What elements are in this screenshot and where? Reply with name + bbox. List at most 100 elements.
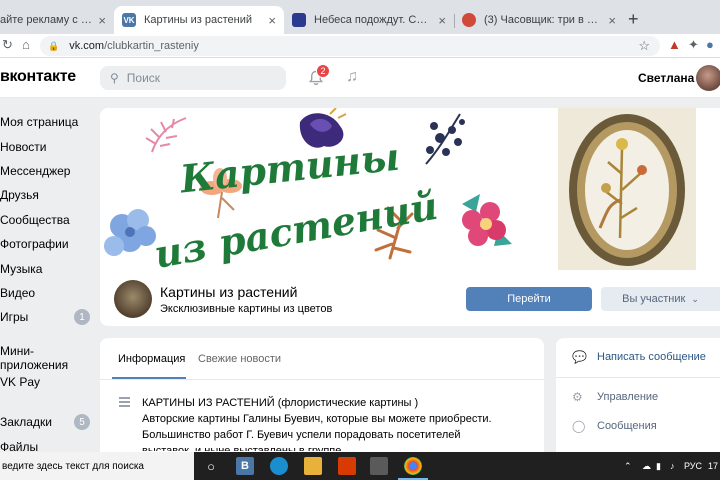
divider [556,377,720,378]
browser-tab-active[interactable]: VK Картины из растений × [114,6,284,34]
manage-label: Управление [597,391,659,403]
menu-item-label: Друзья [0,188,39,203]
search-placeholder: Поиск [126,71,161,85]
chevron-down-icon: ⌄ [691,293,699,304]
menu-item-label: Сообщества [0,212,70,227]
browser-tab-title: (3) Часовщик: три в ряд на Fa [484,14,602,26]
browser-toolbar: ↻ ⌂ 🔒 vk.com /clubkartin_rasteniy ☆ ▲ ✦ … [0,34,720,58]
close-icon[interactable]: × [98,13,106,28]
menu-item-label: Фотографии [0,237,69,252]
membership-dropdown[interactable]: Вы участник ⌄ [601,287,720,311]
menu-item-label: Музыка [0,261,43,276]
menu-item-vk-pay[interactable]: VK Pay [0,370,96,394]
vk-app-icon[interactable]: B [236,457,254,475]
messages-button[interactable]: ◯ Сообщения [572,419,657,433]
notifications-badge: 2 [316,64,330,78]
group-description-text: КАРТИНЫ ИЗ РАСТЕНИЙ (флористические карт… [142,395,538,451]
reload-icon[interactable]: ↻ [2,37,13,53]
taskbar-search-input[interactable]: ведите здесь текст для поиска [0,452,194,480]
volume-icon[interactable]: ♪ [670,461,675,471]
framed-flower-picture [558,108,696,270]
menu-item-label: Игры [0,310,29,325]
close-icon[interactable]: × [608,13,616,28]
blue-flower-icon [104,209,156,256]
search-icon: ⚲ [110,71,119,85]
menu-counter-badge: 1 [74,309,90,326]
browser-tab-title: айте рекламу с целями [0,14,93,26]
browser-tab[interactable]: Небеса подождут. Серия 12 / × [284,6,454,34]
menu-item-music[interactable]: Музыка [0,256,96,280]
description-line: Авторские картины Галины Буевич, которые… [142,413,492,425]
office-icon[interactable] [338,457,356,475]
menu-item-label: Видео [0,285,36,300]
menu-item-mini-apps[interactable]: Мини-приложения [0,344,96,372]
red-flower-icon [462,194,512,246]
chrome-browser-icon[interactable] [404,457,422,475]
taskbar-search-placeholder: ведите здесь текст для поиска [2,460,144,472]
vk-header: вконтакте ⚲ Поиск 2 ♫ Светлана [0,58,720,98]
menu-counter-badge: 5 [74,414,90,431]
battery-icon[interactable]: ▮ [656,461,661,472]
menu-item-communities[interactable]: Сообщества [0,208,96,232]
write-message-label: Написать сообщение [597,351,706,363]
menu-item-label: Новости [0,139,47,154]
bookmark-star-icon[interactable]: ☆ [638,38,650,54]
clock[interactable]: 17 [708,461,718,471]
address-bar[interactable]: 🔒 vk.com /clubkartin_rasteniy ☆ [40,36,660,56]
manage-button[interactable]: ⚙ Управление [572,390,658,404]
avatar[interactable] [696,65,720,91]
group-cover-image: Картины из растений [100,108,720,270]
url-domain: vk.com [69,40,105,52]
menu-item-my-page[interactable]: Моя страница [0,110,96,134]
close-icon[interactable]: × [438,13,446,28]
task-view-icon[interactable]: ○ [202,457,220,475]
extension-icon[interactable]: ✦ [688,37,699,53]
vk-favicon-icon: VK [122,13,136,27]
go-button[interactable]: Перейти [466,287,592,311]
file-explorer-icon[interactable] [304,457,322,475]
menu-item-label: Мессенджер [0,163,71,178]
keyboard-language[interactable]: РУС [684,461,702,471]
menu-item-video[interactable]: Видео [0,281,96,305]
description-line: Большинство работ Г. Буевич успели порад… [142,429,461,441]
menu-item-friends[interactable]: Друзья [0,183,96,207]
gear-icon: ⚙ [572,390,583,404]
menu-item-photos[interactable]: Фотографии [0,232,96,256]
menu-item-label: VK Pay [0,375,41,390]
browser-tab[interactable]: айте рекламу с целями × [0,6,114,34]
menu-item-games[interactable]: Игры 1 [0,305,96,329]
printer-icon[interactable] [370,457,388,475]
browser-tab[interactable]: (3) Часовщик: три в ряд на Fa × [454,6,624,34]
vk-logo[interactable]: вконтакте [0,68,76,86]
lock-icon: 🔒 [48,40,60,51]
new-tab-button[interactable]: + [628,9,639,30]
tab-information[interactable]: Информация [118,353,185,365]
home-icon[interactable]: ⌂ [22,37,30,52]
write-message-button[interactable]: 💬 Написать сообщение [572,350,706,364]
edge-browser-icon[interactable] [270,457,288,475]
user-name[interactable]: Светлана [638,71,694,85]
search-input[interactable]: ⚲ Поиск [100,66,286,90]
site-favicon-icon [462,13,476,27]
chat-bubble-icon: 💬 [572,350,587,364]
vk-extension-icon[interactable]: ● [706,37,714,52]
close-icon[interactable]: × [268,13,276,28]
pdf-extension-icon[interactable]: ▲ [668,37,681,52]
music-icon[interactable]: ♫ [346,68,358,86]
message-icon: ◯ [572,419,586,433]
menu-item-label: Закладки [0,415,52,430]
group-title: Картины из растений [160,284,298,300]
browser-tab-title: Небеса подождут. Серия 12 / [314,14,432,26]
menu-item-messenger[interactable]: Мессенджер [0,159,96,183]
description-line: КАРТИНЫ ИЗ РАСТЕНИЙ (флористические карт… [142,397,419,409]
cloud-icon[interactable]: ☁ [642,461,651,472]
url-path: /clubkartin_rasteniy [104,40,199,52]
group-avatar[interactable] [114,280,152,318]
tray-chevron-icon[interactable]: ⌃ [624,461,632,472]
tab-fresh-news[interactable]: Свежие новости [198,353,281,365]
group-status: Эксклюзивные картины из цветов [160,303,333,315]
menu-item-bookmarks[interactable]: Закладки 5 [0,410,96,434]
membership-label: Вы участник [622,293,686,305]
menu-item-news[interactable]: Новости [0,134,96,158]
left-menu: Моя страница Новости Мессенджер Друзья С… [0,110,96,459]
